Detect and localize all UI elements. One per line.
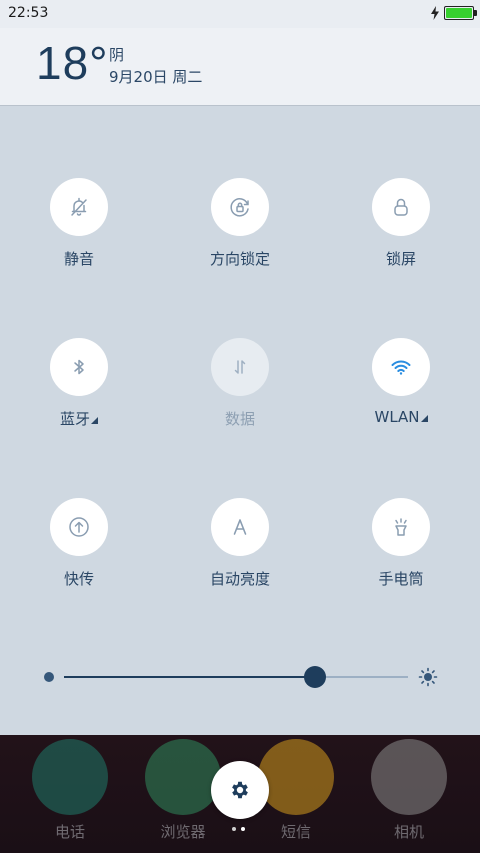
tile-wlan[interactable]: WLAN [331,338,471,426]
battery-fill [446,8,472,18]
tile-auto-brightness-button[interactable] [211,498,269,556]
tile-mute-label: 静音 [63,250,94,268]
phone-icon [32,739,108,815]
weather-panel[interactable]: 18° 阴 9月20日 周二 [0,28,480,106]
dock-app-label: 浏览器 [160,823,206,841]
status-icons [430,6,477,20]
lock-icon [394,198,408,216]
brightness-track[interactable] [64,666,408,688]
message-icon [258,739,334,815]
page-dot [241,827,245,831]
tile-mobile-data-button[interactable] [211,338,269,396]
brightness-fill [64,676,316,678]
wifi-icon [391,360,411,375]
tile-wlan-label[interactable]: WLAN [331,408,471,426]
tile-auto-brightness-label: 自动亮度 [209,570,270,588]
brightness-low-icon [44,672,54,682]
tile-quick-transfer-label: 快传 [63,570,94,588]
gear-icon [232,781,248,799]
bell-off-icon [71,197,87,216]
tile-lock-screen-button[interactable] [372,178,430,236]
brightness-thumb[interactable] [304,666,327,688]
charging-bolt-icon [431,6,439,20]
dock-app-label: 短信 [280,823,311,841]
page-dot [232,827,236,831]
tile-flashlight-label: 手电筒 [378,570,424,588]
tile-mobile-data[interactable]: 数据 [170,338,310,429]
tile-bluetooth-button[interactable] [50,338,108,396]
quick-transfer-icon [69,517,89,537]
weather-date: 9月20日 周二 [109,68,203,86]
flashlight-icon [395,518,407,536]
dock-app-phone[interactable]: 电话 [30,739,110,842]
sun-icon [418,667,438,687]
tile-wlan-text: WLAN [374,408,420,426]
weather-condition: 阴 [109,46,125,64]
tile-bluetooth-text: 蓝牙 [59,410,90,428]
tile-bluetooth-label[interactable]: 蓝牙 [9,408,149,429]
tile-lock-screen-label: 锁屏 [385,250,416,268]
tile-flashlight[interactable]: 手电筒 [331,498,471,589]
tile-quick-transfer-button[interactable] [50,498,108,556]
page-indicator [232,827,245,831]
tile-auto-brightness[interactable]: 自动亮度 [170,498,310,589]
tile-flashlight-button[interactable] [372,498,430,556]
settings-button[interactable] [211,761,269,819]
tile-rotation-lock-button[interactable] [211,178,269,236]
browser-icon [145,739,221,815]
submenu-indicator-icon [91,417,98,424]
auto-brightness-icon [233,519,247,535]
status-bar: 22:53 [0,0,480,28]
tile-wlan-button[interactable] [372,338,430,396]
mobile-data-icon [234,360,246,374]
tile-mobile-data-label: 数据 [224,410,255,428]
tile-rotation-lock-label: 方向锁定 [209,250,270,268]
tile-quick-transfer[interactable]: 快传 [9,498,149,589]
status-time: 22:53 [8,5,49,21]
bluetooth-icon [74,359,84,375]
tile-mute[interactable]: 静音 [9,178,149,269]
battery-icon [444,6,477,20]
dock-app-camera[interactable]: 相机 [369,739,449,842]
brightness-slider[interactable] [0,660,480,696]
tile-rotation-lock[interactable]: 方向锁定 [170,178,310,269]
dock-app-label: 电话 [54,823,85,841]
camera-icon [371,739,447,815]
dock-app-label: 相机 [393,823,424,841]
weather-temperature: 18° [36,37,109,89]
tile-mute-button[interactable] [50,178,108,236]
tile-bluetooth[interactable]: 蓝牙 [9,338,149,429]
tile-lock-screen[interactable]: 锁屏 [331,178,471,269]
submenu-indicator-icon [420,415,428,422]
rotation-lock-icon [230,198,249,217]
